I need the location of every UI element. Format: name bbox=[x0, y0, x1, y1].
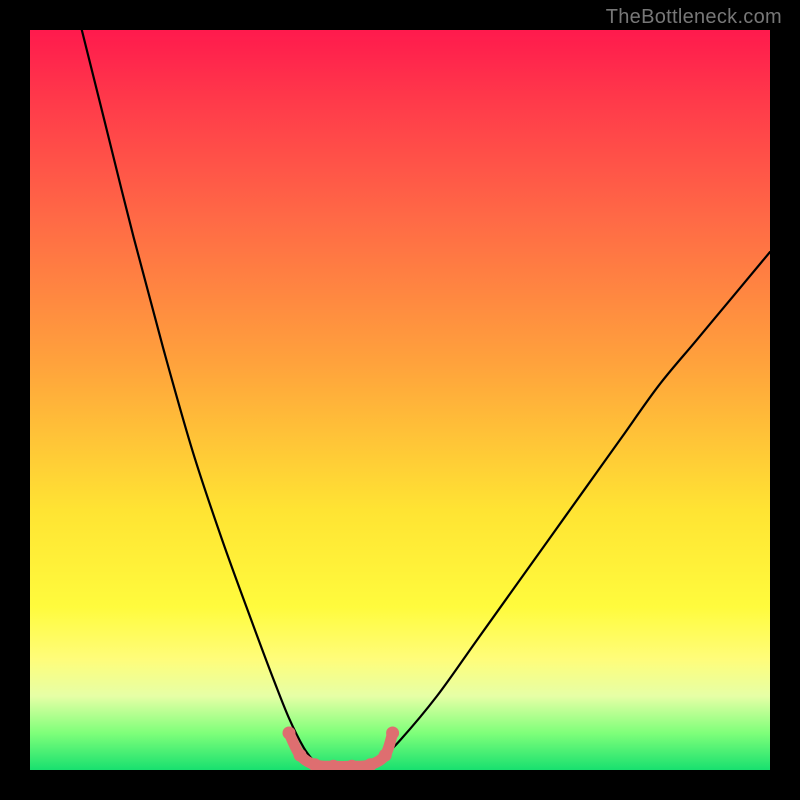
curve-right bbox=[378, 252, 770, 763]
chart-frame: TheBottleneck.com bbox=[0, 0, 800, 800]
valley-dot bbox=[294, 749, 307, 762]
curve-left bbox=[82, 30, 315, 763]
chart-plot-area bbox=[30, 30, 770, 770]
valley-dot bbox=[379, 749, 392, 762]
chart-svg bbox=[30, 30, 770, 770]
valley-dot bbox=[386, 727, 399, 740]
watermark-text: TheBottleneck.com bbox=[606, 6, 782, 29]
valley-dot bbox=[283, 727, 296, 740]
